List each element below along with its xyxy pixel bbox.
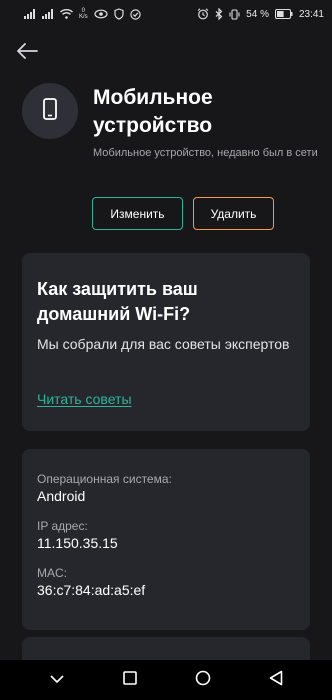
home-icon — [195, 670, 211, 691]
battery-icon — [274, 9, 293, 19]
device-info-card: Операционная система: Android IP адрес: … — [22, 449, 310, 630]
battery-percent: 54 % — [246, 8, 269, 20]
info-value: 36:c7:84:ad:a5:ef — [37, 582, 146, 598]
bluetooth-icon — [215, 8, 223, 20]
info-label: Операционная система: — [37, 472, 172, 486]
collapse-button[interactable] — [42, 665, 72, 695]
clock: 23:41 — [298, 8, 324, 20]
home-button[interactable] — [188, 665, 218, 695]
recents-button[interactable] — [115, 665, 145, 695]
info-item-mac: MAC: 36:c7:84:ad:a5:ef — [37, 566, 295, 599]
shield-icon — [114, 8, 124, 20]
system-nav-bar — [0, 660, 332, 700]
status-bar: 0 K/s 54 % 23:41 — [0, 0, 332, 28]
status-left: 0 K/s — [24, 8, 141, 20]
network-speed: 0 K/s — [79, 8, 88, 20]
tips-body: Мы собрали для вас советы экспертов — [37, 336, 290, 352]
info-item-os: Операционная система: Android — [37, 472, 295, 505]
signal-icon — [42, 9, 54, 19]
tips-title: Как защитить ваш домашний Wi-Fi? — [37, 279, 198, 324]
signal-icon — [24, 9, 36, 19]
tips-card: Как защитить ваш домашний Wi-Fi? Мы собр… — [22, 253, 310, 431]
network-speed-unit: K/s — [79, 14, 88, 20]
read-tips-link[interactable]: Читать советы — [37, 391, 132, 407]
vibrate-icon — [229, 8, 240, 20]
edit-button[interactable]: Изменить — [92, 197, 183, 230]
back-triangle-icon — [269, 670, 283, 691]
recents-icon — [122, 670, 137, 690]
info-label: IP адрес: — [37, 519, 88, 533]
status-right: 54 % 23:41 — [197, 8, 324, 20]
eye-icon — [94, 9, 108, 19]
info-value: 11.150.35.15 — [37, 535, 118, 551]
smartphone-icon — [43, 97, 57, 125]
collapse-icon — [49, 671, 64, 689]
info-label: MAC: — [37, 566, 67, 580]
info-value: Android — [37, 488, 86, 504]
alarm-icon — [197, 8, 209, 20]
device-title: Мобильное устройство — [93, 86, 213, 137]
device-subtitle: Мобильное устройство, недавно был в сети — [93, 147, 318, 159]
info-item-ip: IP адрес: 11.150.35.15 — [37, 519, 295, 552]
back-button[interactable] — [14, 42, 40, 64]
arrow-left-icon — [16, 42, 38, 64]
nav-back-button[interactable] — [261, 665, 291, 695]
vpn-icon — [129, 8, 141, 20]
device-avatar — [22, 83, 78, 139]
delete-button[interactable]: Удалить — [193, 197, 274, 230]
wifi-icon — [60, 9, 73, 19]
